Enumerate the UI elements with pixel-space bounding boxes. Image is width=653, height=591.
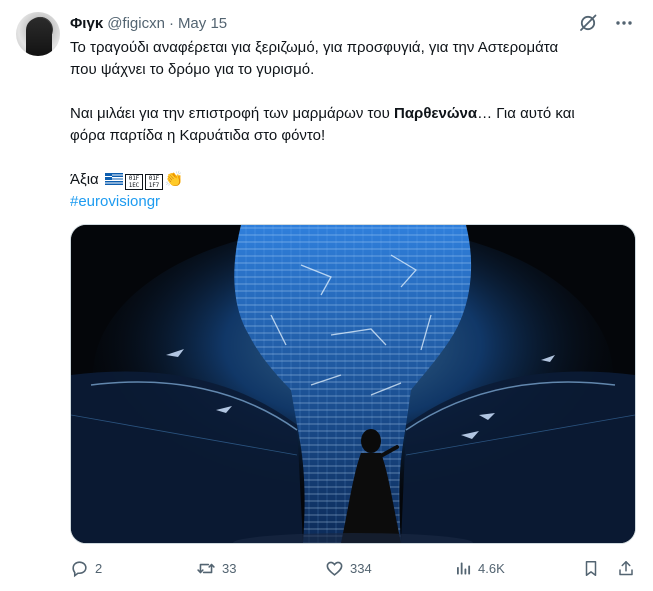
like-count: 334 (350, 560, 372, 576)
author-name[interactable]: Φιγκ (70, 15, 103, 32)
separator: · (168, 14, 174, 32)
text-paragraph: Άξια 01F 1EC01F 1F7 👏 (70, 169, 638, 191)
retweet-button[interactable]: 33 (196, 557, 236, 579)
greek-flag-icon (104, 173, 123, 185)
author-handle[interactable]: @figicxn (107, 15, 165, 32)
retweet-icon (197, 563, 215, 573)
bookmark-icon (585, 560, 597, 576)
reply-count: 2 (95, 560, 103, 576)
views-count: 4.6K (478, 560, 505, 576)
text-line: που ψάχνει το δρόμο για το γυρισμό. (70, 61, 315, 78)
share-icon (619, 560, 633, 575)
tweet-actions: 2 33 334 4.6K (70, 557, 636, 579)
text-line: φόρα παρτίδα η Καρυάτιδα στο φόντο! (70, 127, 326, 144)
tweet-header: Φιγκ @figicxn · May 15 (70, 13, 227, 33)
hashtag-link[interactable]: #eurovisiongr (70, 191, 638, 213)
text-line: Το τραγούδι αναφέρεται για ξεριζωμό, για… (70, 39, 559, 56)
text-span: Ναι μιλάει για την επιστροφή των μαρμάρω… (70, 105, 394, 122)
tweet-text: Το τραγούδι αναφέρεται για ξεριζωμό, για… (70, 37, 638, 213)
more-icon[interactable] (613, 12, 635, 34)
views-icon (457, 562, 471, 574)
avatar[interactable] (16, 12, 60, 56)
text-span: … Για αυτό και (477, 105, 575, 122)
grok-icon[interactable] (577, 12, 599, 34)
stage-image (71, 225, 635, 543)
clapping-hands-icon: 👏 (164, 171, 184, 188)
reply-button[interactable]: 2 (70, 557, 102, 579)
tweet[interactable]: Φιγκ @figicxn · May 15 Το τραγούδι αναφέ… (0, 0, 653, 591)
tweet-date[interactable]: May 15 (178, 15, 227, 32)
unknown-glyph-icon: 01F 1F7 (144, 174, 163, 190)
unknown-glyph-icon: 01F 1EC (124, 174, 143, 190)
share-button[interactable] (617, 557, 635, 579)
tweet-media[interactable] (70, 224, 636, 544)
like-button[interactable]: 334 (325, 557, 372, 579)
reply-icon (72, 560, 87, 577)
bold-text: Παρθενώνα (393, 105, 478, 122)
text-paragraph: Ναι μιλάει για την επιστροφή των μαρμάρω… (70, 103, 638, 125)
text-span: Άξια (70, 171, 99, 188)
heart-icon (326, 561, 343, 576)
views-button[interactable]: 4.6K (454, 557, 505, 579)
tweet-top-actions (577, 12, 635, 34)
retweet-count: 33 (222, 560, 237, 576)
bookmark-button[interactable] (582, 557, 600, 579)
